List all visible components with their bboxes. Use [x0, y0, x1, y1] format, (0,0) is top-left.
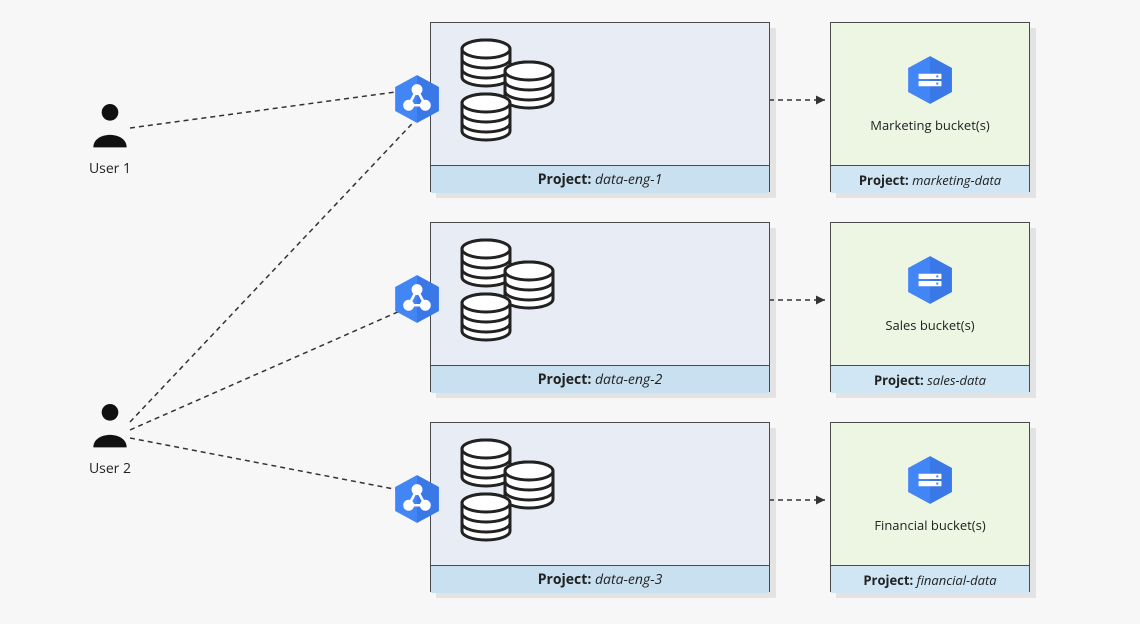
user-node-1: User 1	[70, 100, 150, 178]
project-footer: Project: data-eng-2	[431, 365, 769, 393]
project-footer: Project: data-eng-1	[431, 165, 769, 193]
compute-project-box-2: Project: data-eng-2	[430, 222, 770, 392]
bucket-label: Sales bucket(s)	[885, 316, 974, 334]
dataproc-icon	[391, 73, 443, 125]
database-cluster-icon	[451, 435, 571, 558]
cloud-storage-icon	[904, 454, 956, 506]
database-cluster-icon	[451, 235, 571, 358]
project-footer: Project: sales-data	[831, 365, 1029, 393]
dataproc-icon	[391, 273, 443, 325]
database-cluster-icon	[451, 35, 571, 158]
cloud-storage-icon	[904, 54, 956, 106]
compute-project-box-1: Project: data-eng-1	[430, 22, 770, 192]
user-icon	[90, 131, 130, 153]
dataproc-icon	[391, 473, 443, 525]
compute-project-box-3: Project: data-eng-3	[430, 422, 770, 592]
user-node-2: User 2	[70, 400, 150, 478]
cloud-storage-icon	[904, 254, 956, 306]
project-footer: Project: marketing-data	[831, 165, 1029, 193]
bucket-project-box-2: Sales bucket(s) Project: sales-data	[830, 222, 1030, 392]
user-label: User 1	[70, 159, 150, 178]
bucket-label: Marketing bucket(s)	[870, 116, 989, 134]
project-footer: Project: data-eng-3	[431, 565, 769, 593]
bucket-project-box-1: Marketing bucket(s) Project: marketing-d…	[830, 22, 1030, 192]
user-icon	[90, 431, 130, 453]
project-footer: Project: financial-data	[831, 565, 1029, 593]
bucket-label: Financial bucket(s)	[874, 516, 985, 534]
bucket-project-box-3: Financial bucket(s) Project: financial-d…	[830, 422, 1030, 592]
diagram-canvas: User 1 User 2	[0, 0, 1140, 624]
user-label: User 2	[70, 459, 150, 478]
